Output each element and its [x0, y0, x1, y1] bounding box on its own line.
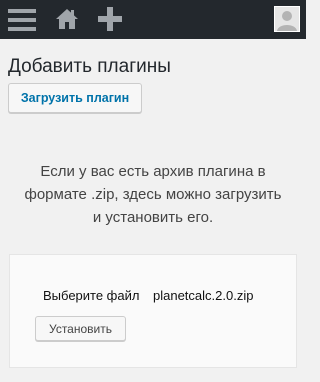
upload-help-text: Если у вас есть архив плагина в формате …: [24, 163, 282, 226]
selected-file-name: planetcalc.2.0.zip: [153, 288, 254, 303]
install-now-button[interactable]: Установить: [35, 316, 126, 341]
page-title: Добавить плагины: [8, 56, 171, 77]
user-avatar-icon[interactable]: [274, 6, 300, 32]
plus-icon[interactable]: [98, 7, 122, 31]
choose-file-button[interactable]: Выберите файл: [43, 288, 139, 303]
admin-toolbar: [0, 0, 306, 39]
upload-plugin-button[interactable]: Загрузить плагин: [8, 83, 142, 113]
home-icon[interactable]: [55, 7, 79, 31]
upload-plugin-form: Выберите файл planetcalc.2.0.zip Установ…: [9, 254, 297, 368]
hamburger-menu-icon[interactable]: [8, 9, 36, 31]
